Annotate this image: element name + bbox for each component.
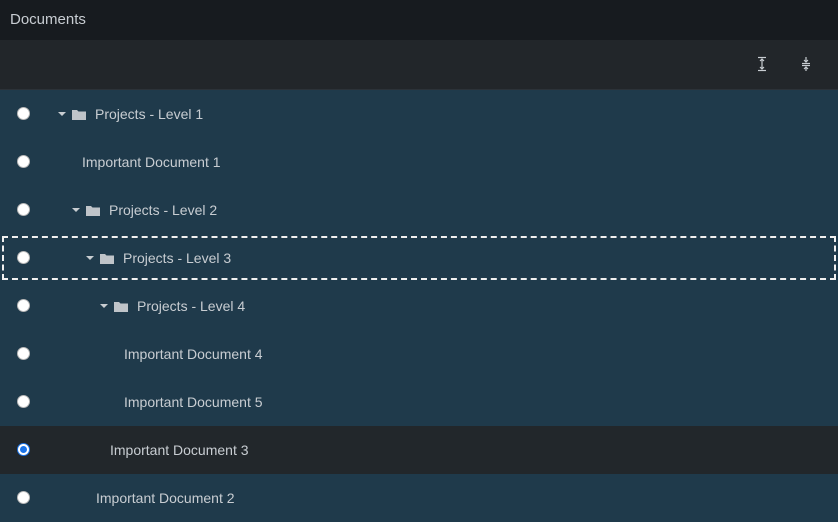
caret-down-icon[interactable] [98,300,110,312]
caret-down-icon[interactable] [70,204,82,216]
tree-row-document[interactable]: Important Document 2 [0,474,838,522]
tree-row-folder[interactable]: Projects - Level 4 [0,282,838,330]
tree-row-label: Projects - Level 1 [95,106,204,122]
row-radio[interactable] [17,491,30,504]
folder-icon [71,107,87,121]
tree-row-document[interactable]: Important Document 1 [0,138,838,186]
row-radio[interactable] [17,299,30,312]
folder-icon [99,251,115,265]
tree-row-folder[interactable]: Projects - Level 3 [0,234,838,282]
folder-icon [85,203,101,217]
tree-row-label: Important Document 1 [82,154,221,170]
tree-row-document[interactable]: Important Document 4 [0,330,838,378]
tree-row-folder[interactable]: Projects - Level 2 [0,186,838,234]
row-radio[interactable] [17,107,30,120]
tree-row-label: Projects - Level 2 [109,202,218,218]
row-radio[interactable] [17,395,30,408]
row-radio[interactable] [17,347,30,360]
expand-all-button[interactable] [752,54,772,74]
row-radio[interactable] [17,203,30,216]
expand-all-icon [756,56,768,72]
row-radio-checked[interactable] [17,443,30,456]
row-radio[interactable] [17,251,30,264]
collapse-all-button[interactable] [796,54,816,74]
caret-down-icon[interactable] [56,108,68,120]
window-title: Documents [0,0,838,40]
tree-row-label: Important Document 3 [110,442,249,458]
row-radio[interactable] [17,155,30,168]
toolbar [0,40,838,90]
tree-row-label: Important Document 4 [124,346,263,362]
tree-row-label: Projects - Level 3 [123,250,232,266]
document-tree: Projects - Level 1 Important Document 1 … [0,90,838,522]
tree-row-document-selected[interactable]: Important Document 3 [0,426,838,474]
caret-down-icon[interactable] [84,252,96,264]
tree-row-label: Projects - Level 4 [137,298,246,314]
tree-row-folder[interactable]: Projects - Level 1 [0,90,838,138]
tree-row-label: Important Document 2 [96,490,235,506]
collapse-all-icon [800,56,812,72]
folder-icon [113,299,129,313]
tree-row-document[interactable]: Important Document 5 [0,378,838,426]
tree-row-label: Important Document 5 [124,394,263,410]
